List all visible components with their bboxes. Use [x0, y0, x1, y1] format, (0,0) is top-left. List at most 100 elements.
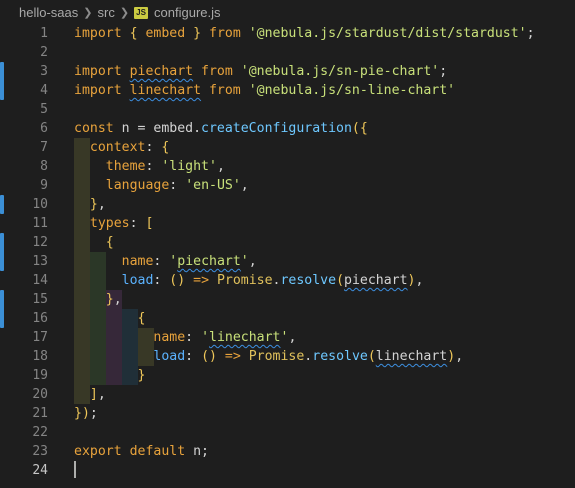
line-number: 24	[32, 463, 48, 478]
line-number: 4	[40, 83, 48, 98]
code-token: ]	[89, 387, 98, 402]
code-token: 'en-US'	[185, 178, 241, 193]
code-line[interactable]: 21});	[0, 404, 575, 423]
code-token: from	[201, 83, 249, 98]
code-line[interactable]: 13 name: 'piechart',	[0, 252, 575, 271]
code-token: ()	[169, 273, 194, 288]
code-token: types	[89, 216, 130, 231]
code-line[interactable]: 7 context: {	[0, 138, 575, 157]
code-token: Promise	[248, 349, 305, 364]
code-token: from	[193, 64, 241, 79]
code-token: :	[129, 216, 146, 231]
code-text: },	[74, 195, 106, 214]
code-token: piechart	[177, 254, 241, 269]
code-line[interactable]: 17 name: 'linechart',	[0, 328, 575, 347]
code-line[interactable]: 19 }	[0, 366, 575, 385]
code-line[interactable]: 23 export default n;	[0, 442, 575, 461]
code-text: context: {	[74, 138, 169, 157]
code-text: types: [	[74, 214, 154, 233]
code-line[interactable]: 4 import linechart from '@nebula.js/sn-li…	[0, 81, 575, 100]
code-line[interactable]: 11 types: [	[0, 214, 575, 233]
line-number: 19	[32, 368, 48, 383]
code-token: embed	[145, 26, 194, 41]
breadcrumb-root[interactable]: hello-saas	[19, 5, 78, 20]
code-token: ,	[455, 349, 464, 364]
code-token: theme	[105, 159, 146, 174]
code-line[interactable]: 3 import piechart from '@nebula.js/sn-pie…	[0, 62, 575, 81]
code-token: ,	[240, 178, 249, 193]
line-number: 17	[32, 330, 48, 345]
code-line[interactable]: 24	[0, 461, 575, 480]
code-token: '	[201, 330, 210, 345]
code-token: :	[145, 140, 162, 155]
line-number: 15	[32, 292, 48, 307]
code-token: }	[89, 197, 98, 212]
code-line[interactable]: 20 ],	[0, 385, 575, 404]
code-text: },	[74, 290, 122, 309]
code-line[interactable]: 8 theme: 'light',	[0, 157, 575, 176]
code-token: )	[407, 273, 416, 288]
code-line[interactable]: 22	[0, 423, 575, 442]
line-number: 10	[32, 197, 48, 212]
code-line[interactable]: 12 {	[0, 233, 575, 252]
code-token: )	[447, 349, 456, 364]
code-line[interactable]: 5	[0, 100, 575, 119]
code-token: n;	[193, 444, 209, 459]
code-token: '@nebula.js/sn-pie-chart'	[240, 64, 440, 79]
code-token: context	[89, 140, 146, 155]
line-number: 8	[40, 159, 48, 174]
code-token: '@nebula.js/stardust/dist/stardust'	[248, 26, 527, 41]
line-number: 18	[32, 349, 48, 364]
code-token: (	[367, 349, 376, 364]
code-line[interactable]: 15 },	[0, 290, 575, 309]
code-token: export default	[74, 444, 194, 459]
code-line[interactable]: 10 },	[0, 195, 575, 214]
breadcrumb: hello-saas ❯ src ❯ JS configure.js	[0, 0, 575, 25]
code-token: name	[153, 330, 186, 345]
line-number: 5	[40, 102, 48, 117]
code-token: piechart	[344, 273, 408, 288]
line-number: 6	[40, 121, 48, 136]
code-token: =>	[193, 273, 217, 288]
code-text: language: 'en-US',	[74, 176, 249, 195]
code-token: }	[137, 368, 146, 383]
line-number: 14	[32, 273, 48, 288]
line-number: 9	[40, 178, 48, 193]
code-line[interactable]: 6 const n = embed.createConfiguration({	[0, 119, 575, 138]
code-line[interactable]: 2	[0, 43, 575, 62]
line-number: 13	[32, 254, 48, 269]
code-token: ,	[216, 159, 225, 174]
code-token: '	[240, 254, 249, 269]
code-line[interactable]: 9 language: 'en-US',	[0, 176, 575, 195]
code-token: Promise	[216, 273, 273, 288]
code-text: });	[74, 404, 98, 423]
code-line[interactable]: 14 load: () => Promise.resolve(piechart)…	[0, 271, 575, 290]
line-number: 7	[40, 140, 48, 155]
code-line[interactable]: 16 {	[0, 309, 575, 328]
breadcrumb-folder[interactable]: src	[97, 5, 114, 20]
line-number: 22	[32, 425, 48, 440]
code-token: {	[105, 235, 114, 250]
line-number: 21	[32, 406, 48, 421]
chevron-right-icon: ❯	[119, 7, 130, 19]
code-text: load: () => Promise.resolve(piechart),	[74, 271, 424, 290]
code-line[interactable]: 18 load: () => Promise.resolve(linechart…	[0, 347, 575, 366]
line-number: 20	[32, 387, 48, 402]
code-token: {	[137, 311, 146, 326]
code-line[interactable]: 1 import { embed } from '@nebula.js/stard…	[0, 24, 575, 43]
breadcrumb-file[interactable]: configure.js	[154, 5, 220, 20]
code-token: const	[74, 121, 122, 136]
code-token: [	[145, 216, 154, 231]
code-text: ],	[74, 385, 106, 404]
code-token: ,	[415, 273, 424, 288]
code-text: theme: 'light',	[74, 157, 225, 176]
